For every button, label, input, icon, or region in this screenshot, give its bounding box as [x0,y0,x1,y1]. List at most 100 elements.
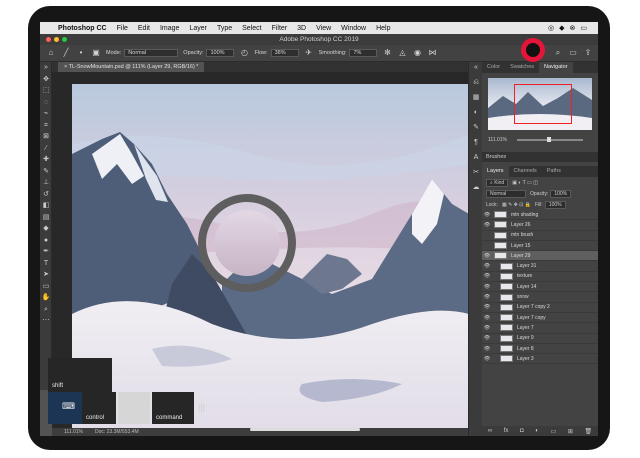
navigator-zoom-slider[interactable] [517,137,583,142]
visibility-eye-icon[interactable]: 👁 [482,315,492,321]
menu-view[interactable]: View [316,25,331,32]
visibility-eye-icon[interactable]: 👁 [482,253,492,259]
visibility-eye-icon[interactable]: 👁 [482,356,492,362]
home-indicator[interactable] [250,428,360,431]
creative-cloud-icon[interactable]: ◎ [548,24,554,32]
menu-app-name[interactable]: Photoshop CC [58,25,107,32]
character-panel-icon[interactable]: A [469,152,483,164]
layer-row[interactable]: 👁 Layer 7 copy 2 [482,303,598,313]
tab-layers[interactable]: Layers [482,166,509,177]
more-tools-icon[interactable]: ⋯ [40,315,52,327]
menu-edit[interactable]: Edit [138,25,150,32]
status-zoom[interactable]: 111.01% [64,429,83,435]
touch-command-key[interactable]: command [152,392,194,424]
filter-type-icons[interactable]: ▣ ◐ T ▭ ◫ [512,180,538,186]
workspace-icon[interactable]: ▭ [568,48,578,58]
hand-tool-icon[interactable]: ✋ [40,292,52,304]
tab-paths[interactable]: Paths [542,166,566,177]
blur-tool-icon[interactable]: ◆ [40,223,52,235]
layer-kind-filter[interactable]: ⌕ Kind [486,178,509,187]
shape-tool-icon[interactable]: ▭ [40,281,52,293]
paths-panel-icon[interactable]: ✂ [469,167,483,179]
fill-field[interactable]: 100% [544,200,566,209]
lock-icons[interactable]: ▦ ✎ ✥ ⊡ 🔒 [502,202,531,208]
visibility-eye-icon[interactable]: 👁 [482,263,492,269]
dock-collapse-icon[interactable]: « [469,62,483,74]
menu-help[interactable]: Help [376,25,390,32]
navigator-view-box[interactable] [514,84,572,124]
smoothing-settings-gear-icon[interactable]: ✻ [382,48,392,58]
paragraph-panel-icon[interactable]: ¶ [469,137,483,149]
layer-opacity-field[interactable]: 100% [550,189,572,198]
menu-file[interactable]: File [117,25,128,32]
visibility-eye-icon[interactable]: 👁 [482,273,492,279]
pressure-size-icon[interactable]: ◉ [412,48,422,58]
marquee-tool-icon[interactable]: ⬚ [40,85,52,97]
new-group-icon[interactable]: ▭ [551,428,557,435]
zoom-window-button[interactable] [62,37,67,42]
zoom-tool-icon[interactable]: ⌕ [40,304,52,316]
crop-tool-icon[interactable]: ⌗ [40,120,52,132]
layer-row[interactable]: Layer 15 [482,241,598,252]
layer-row[interactable]: 👁 Layer 7 copy [482,313,598,324]
history-brush-tool-icon[interactable]: ↺ [40,189,52,201]
brush-tool-icon[interactable]: ✎ [40,166,52,178]
smoothing-field[interactable]: 7% [349,49,378,57]
navigator-thumbnail[interactable] [488,78,592,130]
link-layers-icon[interactable]: ∞ [488,428,492,434]
layer-row[interactable]: 👁 Layer 14 [482,282,598,293]
layer-row[interactable]: 👁 texture [482,272,598,283]
visibility-eye-icon[interactable]: 👁 [482,212,492,218]
menu-3d[interactable]: 3D [297,25,306,32]
pressure-opacity-icon[interactable]: ◴ [239,48,249,58]
menu-image[interactable]: Image [160,25,179,32]
layer-row[interactable]: 👁 mtn shading [482,210,598,221]
minimize-window-button[interactable] [54,37,59,42]
clone-stamp-tool-icon[interactable]: ⊥ [40,177,52,189]
opacity-field[interactable]: 100% [206,49,235,57]
visibility-eye-icon[interactable]: 👁 [482,335,492,341]
layer-row[interactable]: 👁 Layer 3 [482,354,598,365]
touch-shift-key[interactable]: shift [48,358,112,392]
angle-icon[interactable]: ◬ [397,48,407,58]
brush-size-dot-icon[interactable]: • [76,48,86,58]
visibility-eye-icon[interactable]: 👁 [482,284,492,290]
gradient-tool-icon[interactable]: ▤ [40,212,52,224]
symmetry-butterfly-icon[interactable]: ⋈ [427,48,437,58]
visibility-eye-icon[interactable]: 👁 [482,325,492,331]
layer-row[interactable]: 👁 Layer 26 [482,220,598,231]
menu-window[interactable]: Window [341,25,366,32]
layer-row[interactable]: 👁 snow [482,292,598,303]
touch-option-key[interactable] [118,392,150,424]
quick-select-tool-icon[interactable]: ⌁ [40,108,52,120]
brushes-panel-header[interactable]: Brushes [482,152,598,162]
eraser-tool-icon[interactable]: ◧ [40,200,52,212]
document-tab[interactable]: × TL-SnowMountain.psd @ 111% (Layer 29, … [58,62,205,72]
history-panel-icon[interactable]: ⎌ [469,77,483,89]
visibility-eye-icon[interactable]: 👁 [482,294,492,300]
frame-tool-icon[interactable]: ⊠ [40,131,52,143]
visibility-eye-icon[interactable]: 👁 [482,222,492,228]
navigator-zoom-value[interactable]: 111.01% [488,137,507,143]
tools-collapse-icon[interactable]: » [40,62,52,74]
menu-select[interactable]: Select [242,25,261,32]
layer-row[interactable]: mtn brush [482,231,598,241]
new-layer-icon[interactable]: ⊞ [568,428,573,435]
brush-settings-icon[interactable]: ▣ [91,48,101,58]
dropbox-icon[interactable]: ◆ [559,24,564,32]
delete-layer-icon[interactable]: 🗑 [584,428,592,435]
zoom-slider-handle[interactable] [547,137,551,142]
tab-swatches[interactable]: Swatches [505,62,539,73]
visibility-eye-icon[interactable]: 👁 [482,346,492,352]
brush-tool-icon[interactable]: ╱ [61,48,71,58]
airplay-icon[interactable]: ▭ [580,24,587,32]
move-tool-icon[interactable]: ✥ [40,74,52,86]
visibility-eye-icon[interactable]: 👁 [482,304,492,310]
adjustment-layer-icon[interactable]: ◐ [535,428,539,434]
menu-layer[interactable]: Layer [189,25,207,32]
pen-tool-icon[interactable]: ✒ [40,246,52,258]
healing-brush-tool-icon[interactable]: ✚ [40,154,52,166]
adjustments-panel-icon[interactable]: ◐ [469,107,483,119]
layer-style-icon[interactable]: fx [504,428,509,434]
tab-channels[interactable]: Channels [509,166,542,177]
